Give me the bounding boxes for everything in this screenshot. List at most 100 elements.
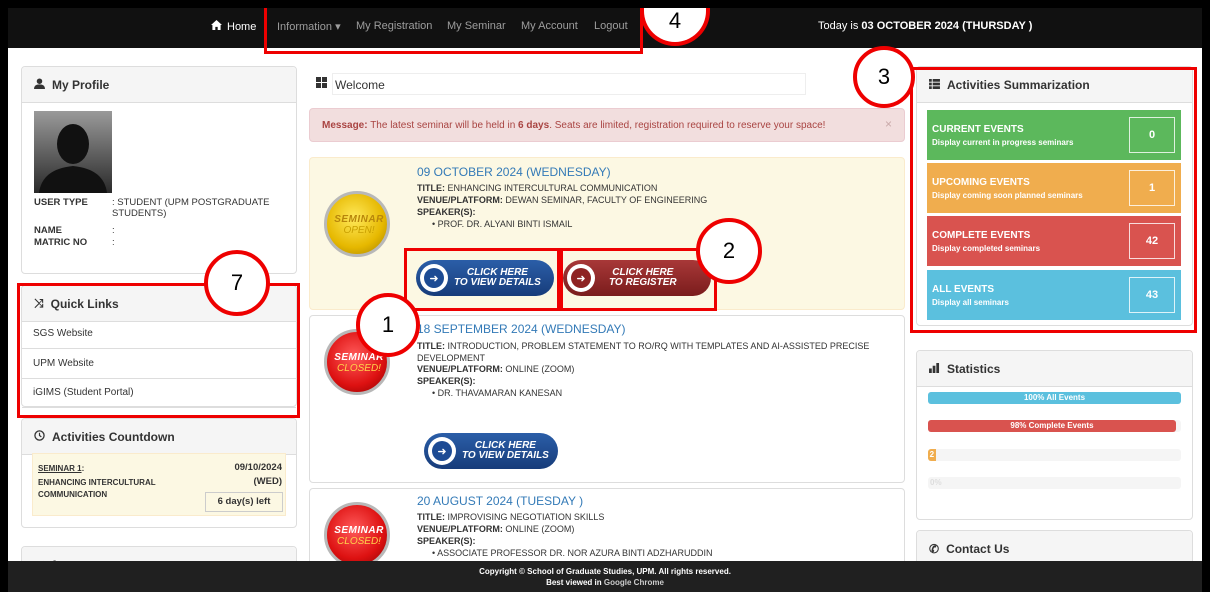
speaker-label: SPEAKER(S): [417,376,476,386]
countdown-date: 09/10/2024 [234,462,282,473]
title-value: IMPROVISING NEGOTIATION SKILLS [447,512,605,522]
speaker-label: SPEAKER(S): [417,536,476,546]
speaker-value: ASSOCIATE PROFESSOR DR. NOR AZURA BINTI … [437,548,713,558]
seminar-speaker: • DR. THAVAMARAN KANESAN [432,388,563,398]
view-details-button[interactable]: ➜ CLICK HERE TO VIEW DETAILS [424,433,558,469]
seminar-title: TITLE: IMPROVISING NEGOTIATION SKILLS [417,512,604,522]
seminar-card: SEMINAR CLOSED! 20 AUGUST 2024 (TUESDAY … [309,488,905,568]
footer-browser-name: Google Chrome [603,578,664,587]
stat-bar-all-label: 100% All Events [1023,393,1086,402]
profile-panel: My Profile USER TYPE : STUDENT (UPM POST… [21,66,297,274]
name-label: NAME [34,225,62,236]
seminar-speaker-label: SPEAKER(S): [417,207,476,217]
badge-bottom-text: CLOSED! [337,363,381,374]
arrow-right-icon: ➜ [432,441,452,461]
clock-icon [34,429,45,444]
seminar-venue: VENUE/PLATFORM: DEWAN SEMINAR, FACULTY O… [417,195,707,205]
seminar-speaker: • ASSOCIATE PROFESSOR DR. NOR AZURA BINT… [432,548,713,558]
name-value: : [112,225,115,236]
seminar-closed-badge-icon: SEMINAR CLOSED! [324,502,390,568]
user-type-value: : STUDENT (UPM POSTGRADUATE STUDENTS) [112,197,270,219]
countdown-seminar-link[interactable]: SEMINAR 1 [38,464,82,473]
nav-home-label: Home [227,20,257,33]
countdown-days-left: 6 day(s) left [205,492,283,512]
phone-icon: ✆ [929,541,940,556]
nav-home[interactable]: Home [211,20,256,33]
footer-copyright: Copyright © School of Graduate Studies, … [479,567,731,576]
callout-number-2-label: 2 [722,238,736,263]
today-date-value: 03 OCTOBER 2024 (THURSDAY ) [861,20,1033,32]
stat-bar-complete-label: 98% Complete Events [1010,421,1094,430]
statistics-panel: Statistics [916,350,1193,520]
callout-number-3: 3 [853,46,915,108]
callout-number-7-label: 7 [230,270,244,295]
title-label: TITLE: [417,341,445,351]
statistics-heading-label: Statistics [947,361,1001,376]
stat-bar-all: 100% All Events [928,392,1181,404]
venue-label: VENUE/PLATFORM: [417,364,503,374]
seminar-speaker-label: SPEAKER(S): [417,376,476,386]
avatar [34,111,112,193]
speaker-value: PROF. DR. ALYANI BINTI ISMAIL [437,219,573,229]
alert-message-bold: Message: [322,120,368,131]
title-label: TITLE: [417,183,445,193]
seminar-title: TITLE: ENHANCING INTERCULTURAL COMMUNICA… [417,183,657,193]
stat-bar-all-fill: 100% All Events [928,392,1181,404]
stat-bar-upcoming-label: 2 [929,450,935,459]
countdown-item: SEMINAR 1: ENHANCING INTERCULTURAL COMMU… [32,453,286,516]
home-icon [211,20,222,33]
seminar-date: 20 AUGUST 2024 (TUESDAY ) [417,494,584,508]
details-line2: TO VIEW DETAILS [462,450,549,461]
callout-box-3 [910,67,1197,333]
stat-bar-current: 0% [928,477,1181,489]
today-prefix: Today is [818,20,859,32]
venue-value: ONLINE (ZOOM) [505,524,575,534]
seminar-date: 09 OCTOBER 2024 (WEDNESDAY) [417,165,611,179]
callout-number-7: 7 [204,250,270,316]
footer: Copyright © School of Graduate Studies, … [8,561,1202,592]
venue-value: ONLINE (ZOOM) [505,364,575,374]
venue-label: VENUE/PLATFORM: [417,195,503,205]
title-value: ENHANCING INTERCULTURAL COMMUNICATION [447,183,658,193]
contact-heading-label: Contact Us [946,541,1010,556]
badge-bottom-text: CLOSED! [337,536,381,547]
statistics-heading: Statistics [917,351,1192,387]
welcome-label: Welcome [335,78,385,92]
countdown-seminar: SEMINAR 1: [38,464,85,473]
user-icon [34,77,45,92]
matric-value: : [112,237,115,248]
callout-number-4-label: 4 [668,8,682,33]
seminar-date: 18 SEPTEMBER 2024 (WEDNESDAY) [417,322,626,336]
title-value: INTRODUCTION, PROBLEM STATEMENT TO RO/RQ… [417,341,870,363]
speaker-label: SPEAKER(S): [417,207,476,217]
footer-browser: Best viewed in Google Chrome [8,577,1202,588]
badge-top-text: SEMINAR [334,214,384,225]
stat-bar-current-fill: 0% [928,477,948,489]
dashboard-icon [316,77,328,91]
callout-number-2: 2 [696,218,762,284]
seminar-speaker: • PROF. DR. ALYANI BINTI ISMAIL [432,219,573,229]
seminar-venue: VENUE/PLATFORM: ONLINE (ZOOM) [417,364,574,374]
callout-number-1: 1 [356,293,420,357]
seminar-speaker-label: SPEAKER(S): [417,536,476,546]
seminar-open-badge-icon: SEMINAR OPEN! [324,191,390,257]
welcome-marquee [332,73,806,95]
matric-label: MATRIC NO [34,237,88,248]
badge-bottom-text: OPEN! [343,225,375,236]
callout-number-3-label: 3 [877,64,891,89]
countdown-seminar-title: ENHANCING INTERCULTURAL COMMUNICATION [38,478,156,499]
bar-chart-icon [929,362,940,376]
title-label: TITLE: [417,512,445,522]
speaker-value: DR. THAVAMARAN KANESAN [437,388,563,398]
stat-bar-current-label: 0% [930,478,942,487]
seminar-title: TITLE: INTRODUCTION, PROBLEM STATEMENT T… [417,340,897,364]
stat-bar-upcoming: 2 [928,449,1181,461]
stat-bar-upcoming-fill: 2 [928,449,936,461]
stat-bar-complete: 98% Complete Events [928,420,1181,432]
callout-box-1 [404,248,560,311]
close-icon[interactable]: × [885,117,892,131]
alert-message-days: 6 days [518,120,550,131]
profile-heading-label: My Profile [52,77,110,92]
venue-label: VENUE/PLATFORM: [417,524,503,534]
footer-browser-prefix: Best viewed in [546,578,602,587]
